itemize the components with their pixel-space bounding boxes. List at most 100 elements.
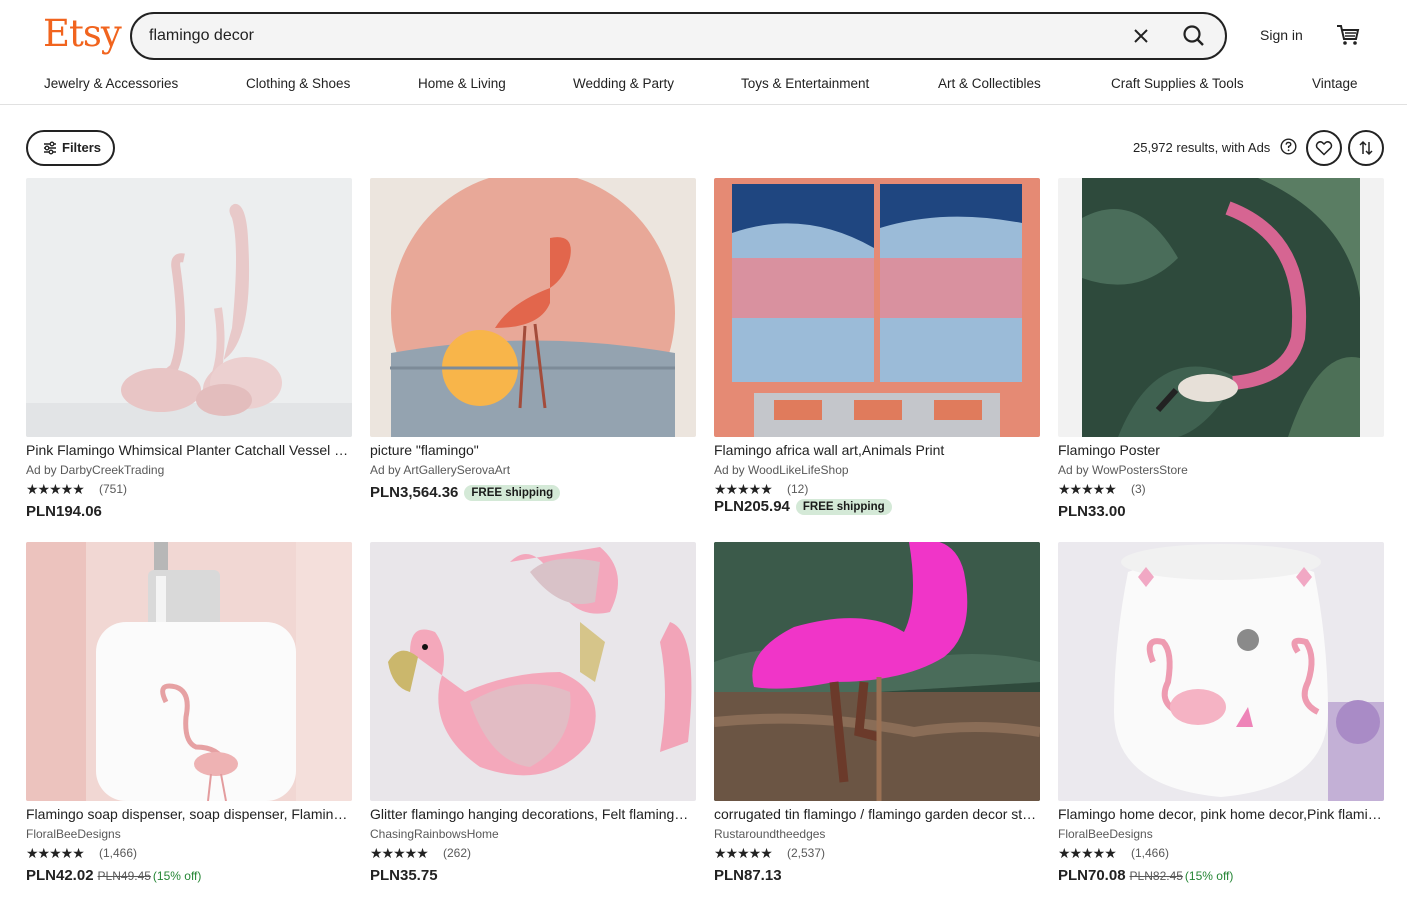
discount-label: (15% off)	[1184, 869, 1234, 883]
nav-craft[interactable]: Craft Supplies & Tools	[1111, 76, 1244, 91]
discount-label: (15% off)	[152, 869, 202, 883]
listing-card[interactable]: Flamingo home decor, pink home decor,Pin…	[1058, 542, 1384, 888]
review-count: (3)	[1131, 482, 1146, 496]
site-header: Etsy flamingo decor Sign in Jewelry & Ac…	[0, 0, 1407, 105]
sort-button[interactable]	[1348, 130, 1384, 166]
listing-image[interactable]	[370, 542, 696, 801]
star-rating-icon: ★★★★★	[1058, 845, 1117, 861]
nav-wedding[interactable]: Wedding & Party	[573, 76, 674, 91]
original-price: PLN82.45	[1129, 869, 1183, 883]
shop-name: Rustaroundtheedges	[714, 827, 826, 841]
listing-title[interactable]: Flamingo home decor, pink home decor,Pin…	[1058, 806, 1384, 822]
search-input[interactable]: flamingo decor	[149, 27, 254, 45]
filters-button[interactable]: Filters	[26, 130, 115, 166]
shop-name: Ad by WowPostersStore	[1058, 463, 1188, 477]
shop-name: Ad by ArtGallerySerovaArt	[370, 463, 511, 477]
listing-image[interactable]	[714, 178, 1040, 437]
price: PLN194.06	[26, 503, 102, 520]
price: PLN205.94	[714, 498, 790, 515]
free-shipping-badge: FREE shipping	[464, 485, 561, 501]
nav-home-living[interactable]: Home & Living	[418, 76, 506, 91]
star-rating-icon: ★★★★★	[26, 481, 85, 497]
nav-vintage[interactable]: Vintage	[1312, 76, 1358, 91]
listing-card[interactable]: Glitter flamingo hanging decorations, Fe…	[370, 542, 696, 888]
listing-card[interactable]: picture "flamingo" Ad by ArtGallerySerov…	[370, 178, 696, 524]
filters-label: Filters	[62, 140, 102, 155]
listing-card[interactable]: Pink Flamingo Whimsical Planter Catchall…	[26, 178, 352, 524]
listing-image[interactable]	[26, 542, 352, 801]
listing-title[interactable]: Glitter flamingo hanging decorations, Fe…	[370, 806, 696, 822]
heart-icon	[1315, 141, 1333, 156]
listing-image[interactable]	[26, 178, 352, 437]
sign-in-link[interactable]: Sign in	[1260, 27, 1303, 43]
nav-art[interactable]: Art & Collectibles	[938, 76, 1041, 91]
price: PLN42.02	[26, 867, 94, 884]
review-count: (262)	[443, 846, 472, 860]
listing-image[interactable]	[1058, 178, 1384, 437]
nav-toys[interactable]: Toys & Entertainment	[741, 76, 869, 91]
shop-name: FloralBeeDesigns	[1058, 827, 1153, 841]
star-rating-icon: ★★★★★	[1058, 481, 1117, 497]
listing-title[interactable]: picture "flamingo"	[370, 442, 696, 458]
category-nav: Jewelry & Accessories Clothing & Shoes H…	[0, 76, 1407, 96]
listing-title[interactable]: Flamingo Poster	[1058, 442, 1384, 458]
price-row: PLN35.75	[370, 867, 438, 887]
price: PLN87.13	[714, 867, 782, 884]
painting-image	[370, 178, 696, 437]
listing-title[interactable]: Flamingo soap dispenser, soap dispenser,…	[26, 806, 352, 822]
price-row: PLN33.00	[1058, 503, 1126, 523]
poster-image	[1058, 178, 1384, 437]
free-shipping-badge: FREE shipping	[795, 499, 892, 515]
cart-icon[interactable]	[1335, 22, 1361, 48]
results-count: 25,972 results, with Ads	[1133, 140, 1271, 155]
original-price: PLN49.45	[97, 869, 151, 883]
shop-name: ChasingRainbowsHome	[370, 827, 499, 841]
nav-clothing[interactable]: Clothing & Shoes	[246, 76, 350, 91]
sliders-icon	[44, 141, 56, 155]
review-count: (751)	[99, 482, 128, 496]
felt-ornaments-image	[370, 542, 696, 801]
listing-card[interactable]: Flamingo Poster Ad by WowPostersStore ★★…	[1058, 178, 1384, 524]
price-row: PLN42.02 PLN49.45 (15% off)	[26, 867, 201, 887]
review-count: (1,466)	[1131, 846, 1170, 860]
shop-name: Ad by WoodLikeLifeShop	[714, 463, 849, 477]
planter-image	[26, 178, 352, 437]
price: PLN35.75	[370, 867, 438, 884]
listing-image[interactable]	[714, 542, 1040, 801]
star-rating-icon: ★★★★★	[714, 845, 773, 861]
listing-title[interactable]: Flamingo africa wall art,Animals Print	[714, 442, 1040, 458]
search-bar[interactable]: flamingo decor	[130, 12, 1227, 60]
question-icon[interactable]	[1280, 138, 1297, 155]
listing-card[interactable]: corrugated tin flamingo / flamingo garde…	[714, 542, 1040, 888]
nav-jewelry[interactable]: Jewelry & Accessories	[44, 76, 178, 91]
price-row: PLN87.13	[714, 867, 782, 887]
price: PLN33.00	[1058, 503, 1126, 520]
listing-card[interactable]: Flamingo soap dispenser, soap dispenser,…	[26, 542, 352, 888]
price-row: PLN194.06	[26, 503, 102, 523]
price: PLN3,564.36	[370, 484, 459, 501]
wall-art-image	[714, 178, 1040, 437]
soap-dispenser-image	[26, 542, 352, 801]
wax-burner-image	[1058, 542, 1384, 801]
search-icon[interactable]	[1181, 23, 1207, 49]
shop-name: FloralBeeDesigns	[26, 827, 121, 841]
star-rating-icon: ★★★★★	[714, 481, 773, 497]
listing-card[interactable]: Flamingo africa wall art,Animals Print A…	[714, 178, 1040, 524]
garden-stake-image	[714, 542, 1040, 801]
shop-name: Ad by DarbyCreekTrading	[26, 463, 165, 477]
review-count: (12)	[787, 482, 809, 496]
price: PLN70.08	[1058, 867, 1126, 884]
star-rating-icon: ★★★★★	[26, 845, 85, 861]
listing-title[interactable]: Pink Flamingo Whimsical Planter Catchall…	[26, 442, 352, 458]
price-row: PLN205.94 FREE shipping	[714, 498, 892, 518]
star-rating-icon: ★★★★★	[370, 845, 429, 861]
listing-image[interactable]	[370, 178, 696, 437]
listing-title[interactable]: corrugated tin flamingo / flamingo garde…	[714, 806, 1040, 822]
listing-image[interactable]	[1058, 542, 1384, 801]
favorite-search-button[interactable]	[1306, 130, 1342, 166]
clear-search-icon[interactable]	[1129, 24, 1153, 48]
review-count: (1,466)	[99, 846, 138, 860]
price-row: PLN70.08 PLN82.45 (15% off)	[1058, 867, 1233, 887]
etsy-logo[interactable]: Etsy	[43, 12, 122, 55]
price-row: PLN3,564.36 FREE shipping	[370, 484, 561, 504]
